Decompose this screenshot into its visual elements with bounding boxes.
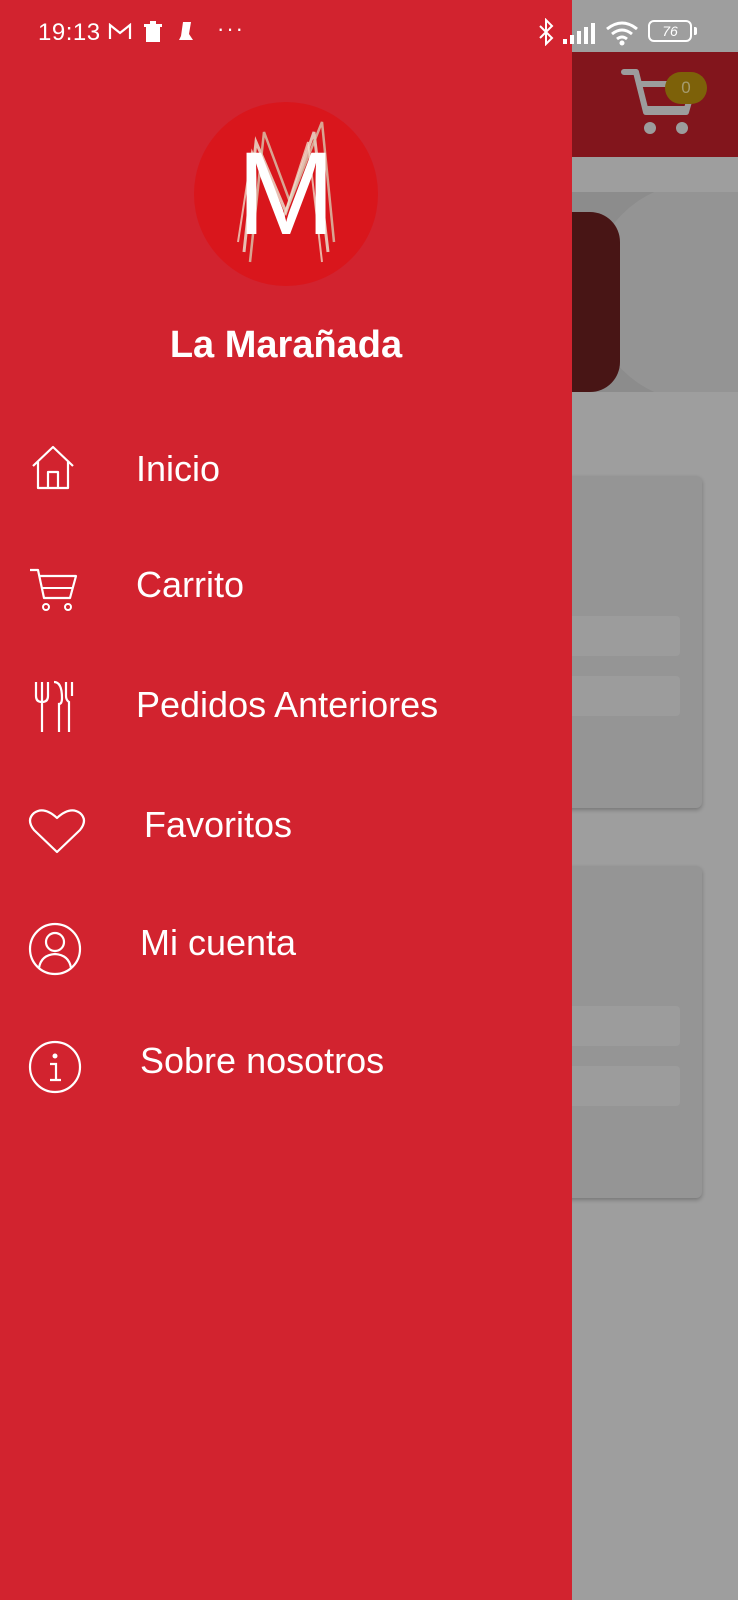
logo-letter: M — [236, 128, 336, 260]
menu-label: Pedidos Anteriores — [136, 684, 439, 725]
status-time: 19:13 — [38, 19, 101, 46]
home-icon — [32, 445, 74, 490]
brand-logo: M — [194, 102, 378, 286]
gmail-icon — [108, 23, 132, 39]
menu-item-favoritos[interactable]: Favoritos — [0, 780, 572, 880]
boot-icon — [179, 22, 193, 40]
menu-item-mi-cuenta[interactable]: Mi cuenta — [0, 900, 572, 1000]
bluetooth-icon — [539, 18, 554, 46]
menu-label: Inicio — [136, 448, 221, 489]
battery-icon: 76 — [648, 20, 692, 42]
trash-icon — [144, 21, 162, 42]
menu-label: Favoritos — [144, 804, 293, 845]
cart-icon — [30, 568, 78, 611]
menu-label: Mi cuenta — [140, 922, 297, 963]
more-icon: ··· — [217, 16, 245, 41]
heart-icon — [28, 809, 86, 854]
battery-level: 76 — [662, 23, 678, 39]
user-icon — [28, 922, 82, 976]
info-icon — [28, 1040, 82, 1094]
restaurant-name: La Marañada — [169, 324, 403, 366]
menu-label: Carrito — [136, 564, 245, 605]
menu-item-sobre-nosotros[interactable]: Sobre nosotros — [0, 1020, 572, 1120]
wifi-icon — [606, 21, 638, 46]
status-bar: 19:13 ··· 76 — [0, 0, 738, 64]
menu-label: Sobre nosotros — [140, 1040, 385, 1081]
signal-icon — [563, 23, 595, 44]
menu-item-pedidos-anteriores[interactable]: Pedidos Anteriores — [0, 660, 572, 760]
menu-item-inicio[interactable]: Inicio — [0, 422, 572, 522]
navigation-drawer: M La Marañada Inicio Carrito Pedidos Ant… — [0, 0, 572, 1600]
cutlery-icon — [34, 680, 74, 732]
menu-item-carrito[interactable]: Carrito — [0, 540, 572, 640]
